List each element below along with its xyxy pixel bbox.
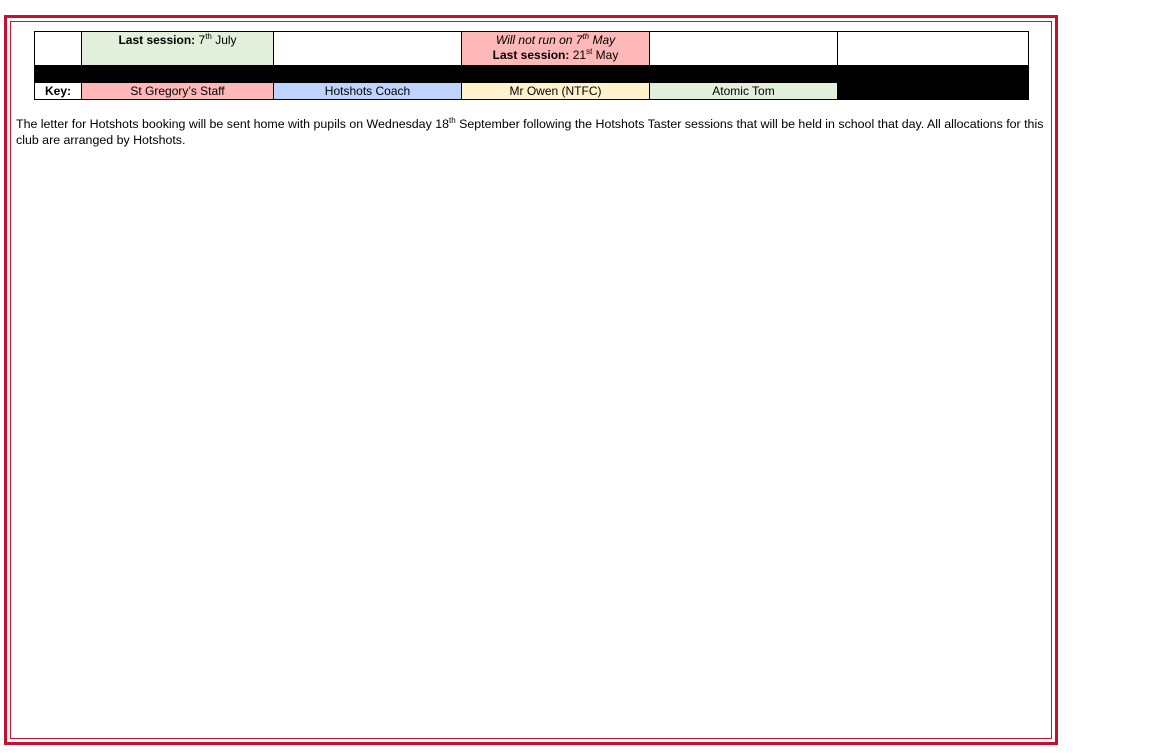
will-not-run-month: May xyxy=(592,33,616,47)
key-label: Key: xyxy=(34,82,82,100)
last-session-day-suffix: st xyxy=(586,47,593,56)
will-not-run-text: Will not run on 7 xyxy=(495,33,583,47)
key-cell-blank xyxy=(837,82,1029,100)
hotshots-booking-note: The letter for Hotshots booking will be … xyxy=(16,116,1046,148)
separator-cell xyxy=(649,65,838,83)
note-text-start: The letter for Hotshots booking will be … xyxy=(16,117,449,131)
key-item-atomic-tom: Atomic Tom xyxy=(649,82,838,100)
last-session-july-cell: Last session: 7th July xyxy=(81,31,274,66)
key-item-mr-owen: Mr Owen (NTFC) xyxy=(461,82,650,100)
separator-cell xyxy=(81,65,274,83)
note-date-suffix: th xyxy=(449,115,456,125)
table-row-separator xyxy=(34,65,1029,83)
table-row-key: Key: St Gregory’s Staff Hotshots Coach M… xyxy=(34,82,1029,100)
table-cell-empty xyxy=(34,31,82,66)
separator-cell xyxy=(273,65,462,83)
table-row-notes: Last session: 7th July Will not run on 7… xyxy=(34,31,1029,66)
separator-cell xyxy=(837,65,1029,83)
key-item-st-gregorys-staff: St Gregory’s Staff xyxy=(81,82,274,100)
table-cell-empty xyxy=(649,31,838,66)
last-session-label: Last session: xyxy=(118,33,196,47)
last-session-day-suffix: th xyxy=(205,32,212,41)
table-cell-empty xyxy=(273,31,462,66)
will-not-run-cell: Will not run on 7th May Last session: 21… xyxy=(461,31,650,66)
last-session-month: May xyxy=(595,48,619,62)
separator-cell xyxy=(34,65,82,83)
will-not-run-suffix: th xyxy=(582,32,590,41)
table-cell-empty xyxy=(837,31,1029,66)
club-schedule-table: Last session: 7th July Will not run on 7… xyxy=(34,31,1029,100)
key-item-hotshots-coach: Hotshots Coach xyxy=(273,82,462,100)
separator-cell xyxy=(461,65,650,83)
last-session-label: Last session: xyxy=(492,48,570,62)
last-session-month: July xyxy=(215,33,237,47)
last-session-day: 21 xyxy=(572,48,587,62)
